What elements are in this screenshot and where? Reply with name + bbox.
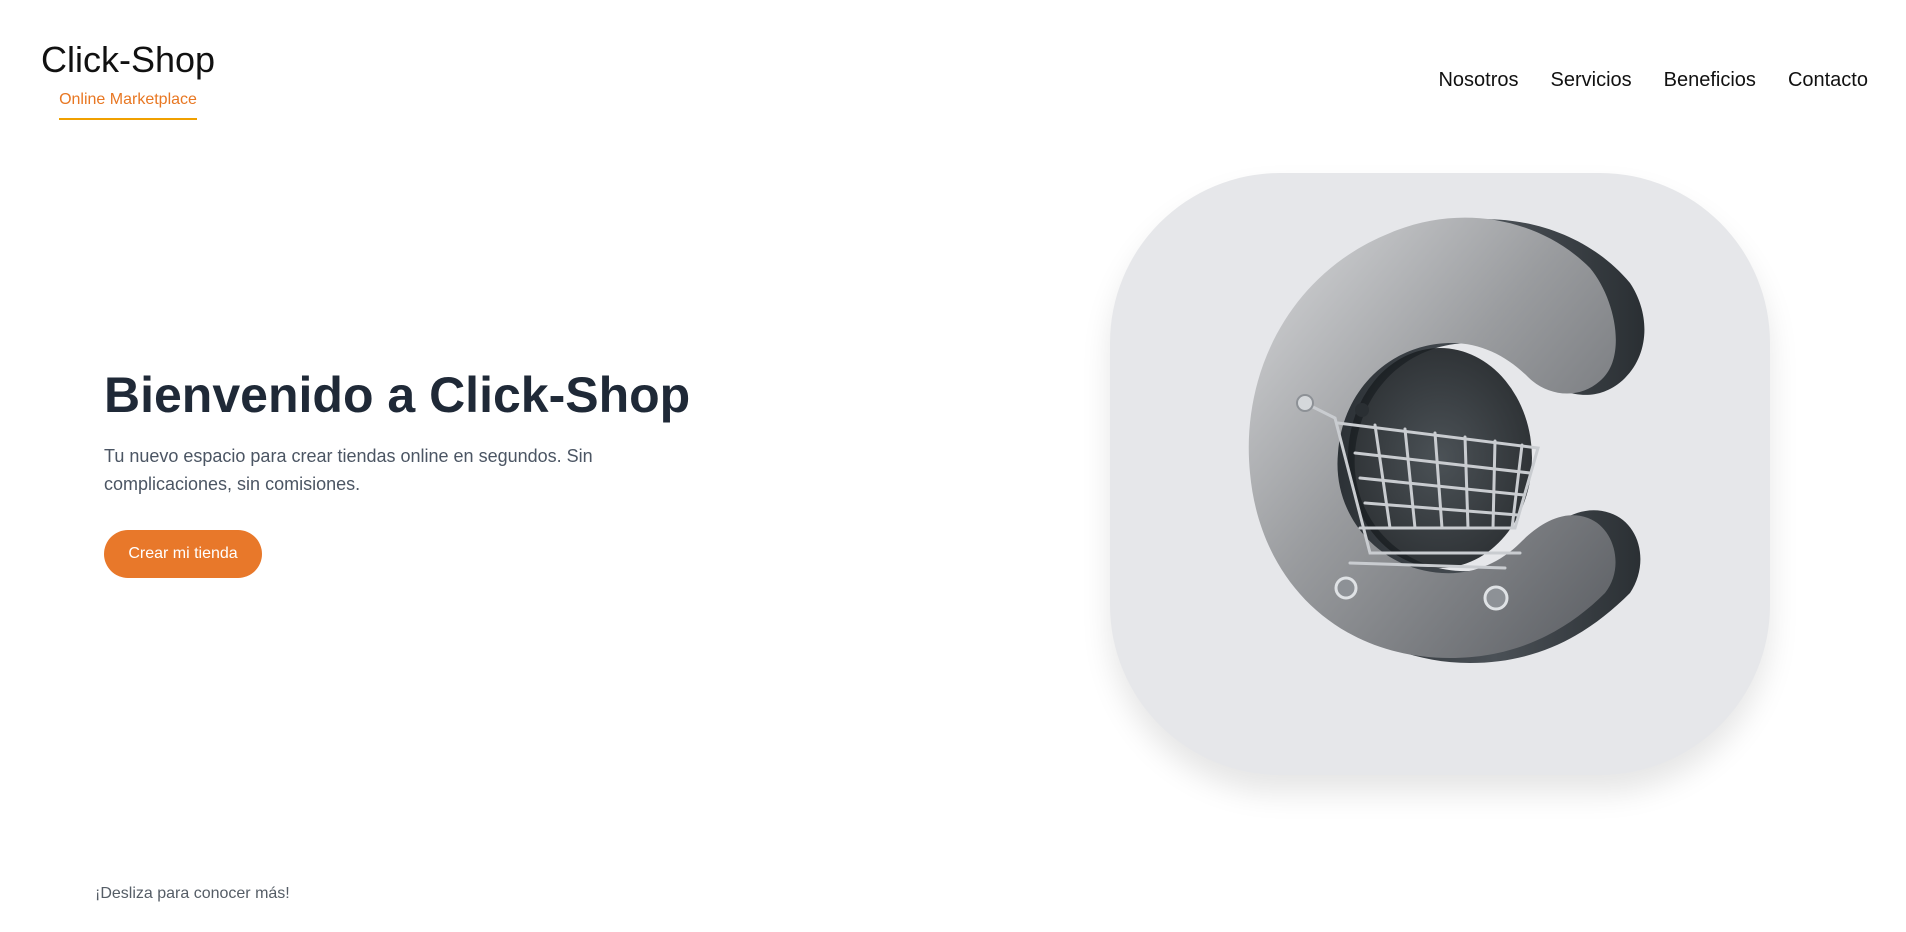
hero-title: Bienvenido a Click-Shop [104,367,691,423]
nav-item-beneficios[interactable]: Beneficios [1664,66,1756,94]
brand-title: Click-Shop [40,39,216,80]
landing-page: Click-Shop Online Marketplace Nosotros S… [0,0,1906,932]
nav-item-nosotros[interactable]: Nosotros [1438,66,1518,94]
hero-description: Tu nuevo espacio para crear tiendas onli… [104,446,593,494]
main-nav: Nosotros Servicios Beneficios Contacto [1438,66,1868,94]
create-store-button[interactable]: Crear mi tienda [104,530,262,578]
brand-subtitle: Online Marketplace [59,90,197,120]
scroll-hint: ¡Desliza para conocer más! [95,885,290,902]
brand-logo[interactable]: Click-Shop Online Marketplace [40,38,216,120]
nav-item-contacto[interactable]: Contacto [1788,66,1868,94]
hero-logo-card [1110,173,1770,775]
c-cart-logo-icon [1248,217,1645,663]
nav-item-servicios[interactable]: Servicios [1551,66,1632,94]
